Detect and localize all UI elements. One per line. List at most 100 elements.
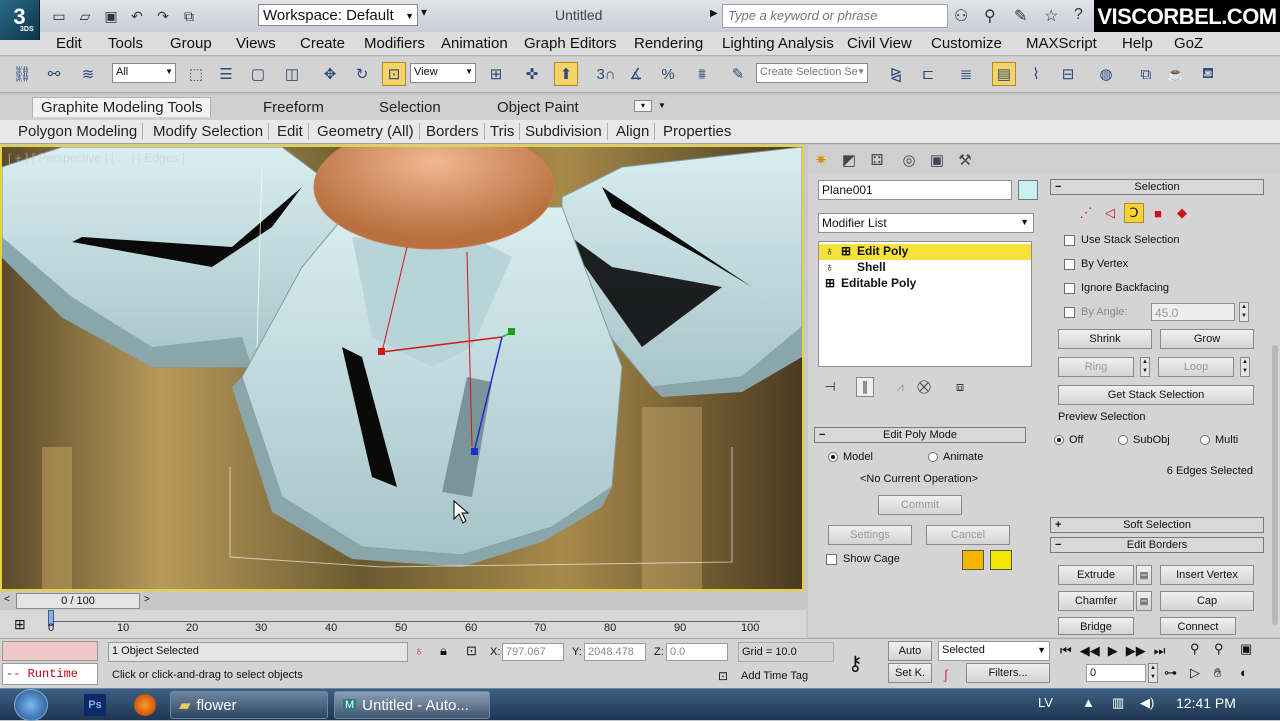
extrude-settings-icon[interactable]: ▤ — [1136, 565, 1152, 585]
vertex-mode-icon[interactable]: ⋰ — [1076, 203, 1096, 223]
zoom-extents-icon[interactable]: ▣ — [1240, 641, 1252, 657]
select-object-icon[interactable]: ⬚ — [184, 62, 208, 86]
rendered-frame-icon[interactable]: ☕ — [1164, 62, 1188, 86]
default-tangent-icon[interactable]: ∫ — [944, 667, 948, 682]
mini-curve-editor-icon[interactable]: ⊞ — [14, 616, 26, 633]
menu-views[interactable]: Views — [236, 35, 276, 52]
preview-off-radio[interactable]: Off — [1054, 434, 1083, 446]
zoom-icon[interactable]: ⚲ — [1190, 641, 1200, 657]
menu-tools[interactable]: Tools — [108, 35, 143, 52]
undo-icon[interactable]: ↶ — [126, 5, 148, 27]
loop-button[interactable]: Loop — [1158, 357, 1234, 377]
cap-button[interactable]: Cap — [1160, 591, 1254, 611]
by-angle-checkbox[interactable]: By Angle: — [1064, 306, 1127, 318]
configure-modifier-sets-icon[interactable]: ⧈ — [952, 379, 968, 395]
volume-icon[interactable]: ◀) — [1140, 695, 1154, 711]
angle-spinner[interactable]: ▲ ▼ — [1239, 302, 1249, 322]
firefox-icon[interactable] — [134, 694, 156, 716]
expand-plus-icon[interactable]: ⊞ — [841, 244, 851, 258]
commit-button[interactable]: Commit — [878, 495, 962, 515]
motion-tab-icon[interactable]: ◎ — [898, 149, 920, 171]
menu-graph-editors[interactable]: Graph Editors — [524, 35, 617, 52]
rotate-icon[interactable]: ↻ — [350, 62, 374, 86]
auto-key-button[interactable]: Auto — [888, 641, 932, 661]
panel-align[interactable]: Align — [616, 123, 656, 140]
graphite-toggle-icon[interactable]: ▤ — [992, 62, 1016, 86]
menu-civil-view[interactable]: Civil View — [847, 35, 912, 52]
panel-modify-selection[interactable]: Modify Selection — [153, 123, 270, 140]
named-selection-set-dropdown[interactable]: Create Selection Se ▼ — [756, 63, 868, 83]
panel-tris[interactable]: Tris — [490, 123, 521, 140]
model-radio[interactable]: Model — [828, 451, 873, 463]
stack-item-shell[interactable]: ♁ Shell — [819, 260, 1031, 276]
time-slider[interactable]: 0 / 100 — [16, 593, 140, 609]
schematic-view-icon[interactable]: ⊟ — [1056, 62, 1080, 86]
panel-properties[interactable]: Properties — [663, 123, 736, 140]
app-logo[interactable]: 3 3DS — [0, 0, 40, 40]
render-setup-icon[interactable]: ⧉ — [1134, 62, 1158, 86]
selection-lock-icon[interactable]: 🔒︎ — [440, 643, 447, 659]
tab-object-paint[interactable]: Object Paint — [497, 99, 579, 116]
hierarchy-tab-icon[interactable]: ⚃ — [866, 149, 888, 171]
make-unique-icon[interactable]: ⩘ — [892, 379, 908, 395]
tab-freeform[interactable]: Freeform — [263, 99, 324, 116]
menu-maxscript[interactable]: MAXScript — [1026, 35, 1097, 52]
animate-radio[interactable]: Animate — [928, 451, 983, 463]
pan-icon[interactable]: ✋︎ — [1214, 665, 1221, 681]
by-vertex-checkbox[interactable]: By Vertex — [1064, 258, 1128, 270]
settings-button[interactable]: Settings — [828, 525, 912, 545]
bridge-button[interactable]: Bridge — [1058, 617, 1134, 635]
modifier-list-dropdown[interactable]: Modifier List ▼ — [818, 213, 1034, 233]
move-icon[interactable]: ✥ — [318, 62, 342, 86]
language-indicator[interactable]: LV — [1038, 695, 1053, 710]
unlink-icon[interactable]: ⚯ — [42, 62, 66, 86]
edit-borders-rollout[interactable]: − Edit Borders — [1050, 537, 1264, 553]
layer-manager-icon[interactable]: ≣ — [954, 62, 978, 86]
remove-modifier-icon[interactable]: ⛒ — [916, 379, 932, 395]
favorites-star-icon[interactable]: ☆ — [1044, 6, 1058, 26]
absolute-mode-icon[interactable]: ⊡ — [466, 643, 477, 659]
link-icon[interactable]: ⛓ — [10, 62, 34, 86]
align-icon[interactable]: ⊏ — [916, 62, 940, 86]
chamfer-button[interactable]: Chamfer — [1058, 591, 1134, 611]
key-icon[interactable]: ✎ — [1014, 6, 1027, 26]
play-icon[interactable]: ▶ — [1108, 643, 1118, 659]
previous-key-icon[interactable]: ◀◀ — [1080, 643, 1100, 659]
cancel-button[interactable]: Cancel — [926, 525, 1010, 545]
menu-create[interactable]: Create — [300, 35, 345, 52]
goto-start-icon[interactable]: ⏮ — [1060, 643, 1072, 659]
stack-item-edit-poly[interactable]: ♁ ⊞ Edit Poly — [819, 244, 1031, 260]
cage-color-swatch-2[interactable] — [990, 550, 1012, 570]
menu-edit[interactable]: Edit — [56, 35, 82, 52]
network-icon[interactable]: ▥ — [1112, 695, 1124, 711]
x-coordinate-field[interactable]: 797.067 — [502, 643, 564, 661]
angle-snap-icon[interactable]: ∡ — [624, 62, 648, 86]
workspace-dropdown[interactable]: Workspace: Default ▼ — [258, 4, 418, 26]
frame-spinner[interactable]: ▲ ▼ — [1148, 663, 1158, 683]
prev-frame-arrow-icon[interactable]: < — [4, 594, 10, 605]
insert-vertex-button[interactable]: Insert Vertex — [1160, 565, 1254, 585]
connect-button[interactable]: Connect — [1160, 617, 1236, 635]
window-crossing-icon[interactable]: ◫ — [280, 62, 304, 86]
edit-poly-mode-rollout[interactable]: − Edit Poly Mode — [814, 427, 1026, 443]
key-mode-toggle-icon[interactable]: ⊶ — [1164, 665, 1177, 681]
help-icon[interactable]: ? — [1074, 6, 1083, 24]
ribbon-options-icon[interactable]: ▾ — [634, 100, 652, 112]
loop-spinner[interactable]: ▲ ▼ — [1240, 357, 1250, 377]
start-button-icon[interactable] — [14, 689, 48, 721]
set-key-icon[interactable]: ⚷ — [848, 651, 863, 676]
utilities-tab-icon[interactable]: ⚒ — [954, 149, 976, 171]
bind-space-warp-icon[interactable]: ≋ — [76, 62, 100, 86]
binoculars-icon[interactable]: ⚇ — [954, 6, 968, 26]
pivot-center-icon[interactable]: ⊞ — [484, 62, 508, 86]
object-name-field[interactable]: Plane001 — [818, 180, 1012, 200]
chamfer-settings-icon[interactable]: ▤ — [1136, 591, 1152, 611]
time-tag-icon[interactable]: ⊡ — [718, 669, 728, 683]
taskbar-item-flower[interactable]: ▰ flower — [170, 691, 328, 719]
menu-goz[interactable]: GoZ — [1174, 35, 1203, 52]
set-key-button[interactable]: Set K. — [888, 663, 932, 683]
communication-icon[interactable]: ⚲ — [984, 6, 996, 26]
display-tab-icon[interactable]: ▣ — [926, 149, 948, 171]
isolate-selection-icon[interactable]: ♁ — [414, 643, 424, 658]
key-filters-button[interactable]: Filters... — [966, 663, 1050, 683]
